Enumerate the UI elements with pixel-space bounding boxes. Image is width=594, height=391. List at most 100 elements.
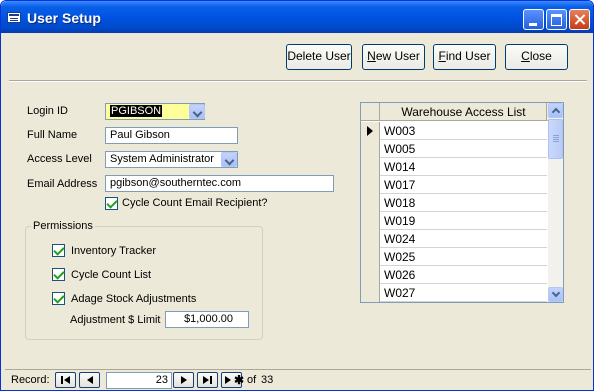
row-selector[interactable] — [361, 230, 380, 248]
warehouse-cell[interactable]: W025 — [384, 248, 415, 266]
new-record-arrow-icon — [225, 376, 231, 384]
inventory-tracker-label: Inventory Tracker — [71, 245, 156, 257]
warehouse-cell[interactable]: W027 — [384, 284, 415, 302]
table-row[interactable]: W005 — [361, 140, 547, 158]
window-title: User Setup — [27, 10, 101, 26]
close-button[interactable]: Close — [505, 44, 568, 70]
row-selector[interactable] — [361, 284, 380, 302]
title-bar[interactable]: User Setup — [1, 1, 593, 33]
new-user-button[interactable]: New User — [362, 44, 425, 70]
warehouse-column-header[interactable]: Warehouse Access List — [381, 103, 547, 121]
scroll-up-icon[interactable] — [548, 103, 563, 118]
grid-corner[interactable] — [361, 103, 380, 121]
row-selector[interactable] — [361, 266, 380, 284]
warehouse-cell[interactable]: W005 — [384, 140, 415, 158]
next-record-icon — [181, 376, 187, 384]
adage-stock-adjustments-label: Adage Stock Adjustments — [71, 293, 197, 305]
row-selector[interactable] — [361, 194, 380, 212]
adage-stock-adjustments-checkbox[interactable] — [52, 292, 65, 305]
user-setup-window: User Setup Delete User New User Find Use… — [0, 0, 594, 391]
warehouse-cell[interactable]: W017 — [384, 176, 415, 194]
new-user-hotkey: N — [367, 49, 376, 63]
email-value: pgibson@southerntec.com — [110, 177, 242, 189]
login-id-dropdown-icon[interactable] — [189, 104, 205, 119]
table-row[interactable]: W014 — [361, 158, 547, 176]
table-row[interactable]: W025 — [361, 248, 547, 266]
record-label: Record: — [11, 374, 50, 386]
email-label: Email Address — [27, 178, 98, 190]
row-selector[interactable] — [361, 140, 380, 158]
row-selector[interactable] — [361, 176, 380, 194]
access-level-combo[interactable]: System Administrator — [105, 151, 238, 168]
cycle-count-list-checkbox[interactable] — [52, 268, 65, 281]
table-row[interactable]: W017 — [361, 176, 547, 194]
row-selector[interactable] — [361, 212, 380, 230]
minimize-button[interactable] — [523, 9, 544, 30]
scroll-down-icon[interactable] — [548, 287, 563, 302]
full-name-label: Full Name — [27, 129, 78, 141]
first-record-arrow-icon — [64, 376, 70, 384]
first-record-button[interactable] — [55, 372, 76, 388]
last-record-bar-icon — [210, 376, 212, 384]
find-user-hotkey: F — [438, 49, 446, 63]
record-total: 33 — [261, 374, 274, 386]
next-record-button[interactable] — [173, 372, 194, 388]
current-record-icon[interactable] — [361, 122, 380, 140]
email-field[interactable]: pgibson@southerntec.com — [105, 175, 334, 192]
row-selector[interactable] — [361, 158, 380, 176]
full-name-field[interactable]: Paul Gibson — [105, 127, 238, 144]
cycle-email-checkbox[interactable] — [105, 197, 118, 210]
warehouse-access-list[interactable]: Warehouse Access List W003 W005 W014 W01… — [360, 102, 564, 303]
row-selector[interactable] — [361, 248, 380, 266]
permissions-legend: Permissions — [31, 220, 95, 232]
warehouse-cell[interactable]: W018 — [384, 194, 415, 212]
adjustment-limit-field[interactable]: $1,000.00 — [165, 311, 249, 328]
warehouse-cell[interactable]: W026 — [384, 266, 415, 284]
new-record-button[interactable]: ✱ — [221, 372, 245, 388]
header-divider — [9, 80, 587, 82]
form-body: Delete User New User Find User Close Log… — [5, 33, 591, 369]
current-record-field[interactable]: 23 — [106, 372, 172, 389]
table-row[interactable]: W018 — [361, 194, 547, 212]
warehouse-scrollbar[interactable] — [548, 103, 563, 302]
cycle-count-list-label: Cycle Count List — [71, 269, 152, 281]
maximize-button[interactable] — [546, 9, 567, 30]
scroll-thumb[interactable] — [548, 119, 563, 159]
warehouse-cell[interactable]: W014 — [384, 158, 415, 176]
delete-user-label: Delete User — [287, 49, 351, 63]
full-name-value: Paul Gibson — [110, 129, 170, 141]
adjustment-limit-label: Adjustment $ Limit — [70, 314, 161, 326]
login-id-label: Login ID — [27, 105, 68, 117]
login-id-value: PGIBSON — [110, 105, 163, 117]
warehouse-cell[interactable]: W019 — [384, 212, 415, 230]
new-user-label: ew User — [375, 49, 420, 63]
previous-record-button[interactable] — [79, 372, 100, 388]
close-label: lose — [529, 49, 552, 63]
warehouse-cell[interactable]: W024 — [384, 230, 415, 248]
adjustment-limit-value: $1,000.00 — [184, 313, 233, 325]
inventory-tracker-checkbox[interactable] — [52, 244, 65, 257]
new-record-star-icon: ✱ — [234, 373, 245, 387]
table-row[interactable]: W003 — [361, 122, 547, 140]
record-navigation-bar: Record: 23 ✱ of 33 — [5, 369, 591, 390]
table-row[interactable]: W024 — [361, 230, 547, 248]
access-level-label: Access Level — [27, 153, 92, 165]
delete-user-button[interactable]: Delete User — [286, 44, 352, 70]
close-hotkey: C — [521, 49, 530, 63]
last-record-arrow-icon — [203, 376, 209, 384]
find-user-button[interactable]: Find User — [433, 44, 496, 70]
table-row[interactable]: W019 — [361, 212, 547, 230]
form-icon — [7, 12, 21, 23]
first-record-bar-icon — [61, 376, 63, 384]
table-row[interactable]: W027 — [361, 284, 547, 302]
access-level-dropdown-icon[interactable] — [221, 152, 237, 167]
close-window-button[interactable] — [569, 9, 590, 30]
warehouse-cell[interactable]: W003 — [384, 122, 415, 140]
access-level-value: System Administrator — [110, 153, 214, 165]
record-of-label: of — [247, 374, 257, 386]
previous-record-icon — [87, 376, 93, 384]
last-record-button[interactable] — [197, 372, 218, 388]
table-row[interactable]: W026 — [361, 266, 547, 284]
find-user-label: ind User — [445, 49, 491, 63]
warehouse-grid-header: Warehouse Access List — [361, 103, 563, 121]
